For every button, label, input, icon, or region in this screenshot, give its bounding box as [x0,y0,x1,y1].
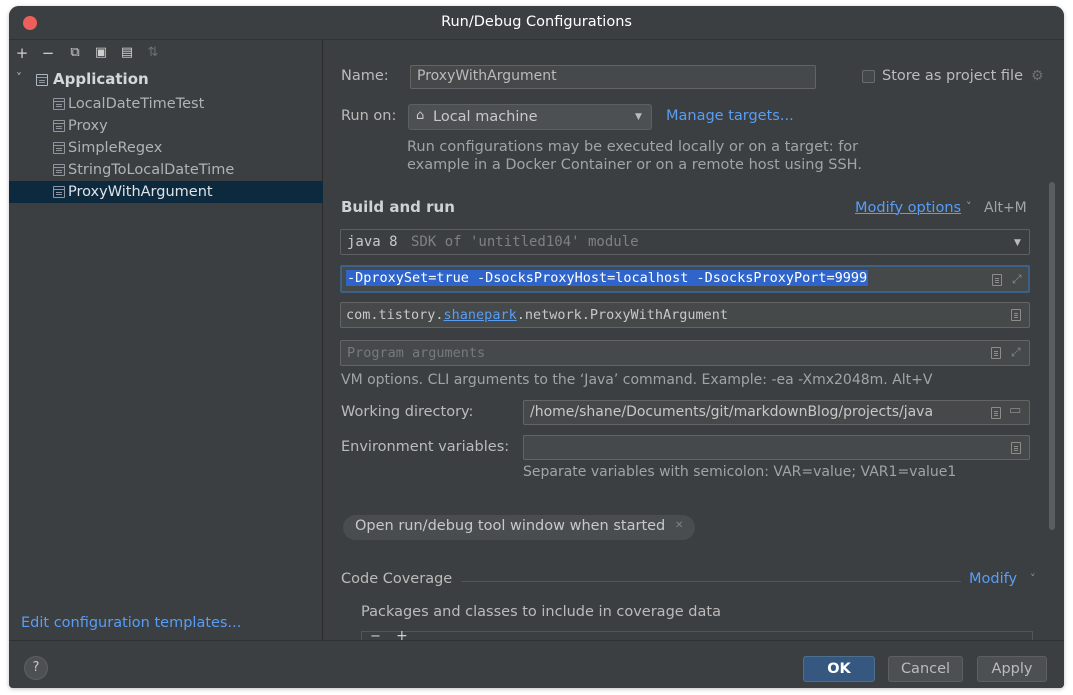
modify-options-shortcut: Alt+M [984,200,1027,216]
option-tag-label: Open run/debug tool window when started [355,518,666,534]
jdk-source: SDK of 'untitled104' module [411,234,639,250]
tree-item-selected[interactable]: ProxyWithArgument [9,181,323,203]
apply-button[interactable]: Apply [977,656,1047,682]
configuration-editor: Name: ProxyWithArgument Store as project… [324,40,1064,640]
tree-item[interactable]: Proxy [9,115,323,137]
gear-icon[interactable]: ⚙ [1031,68,1044,84]
tree-item[interactable]: LocalDateTimeTest [9,93,323,115]
modify-options-link[interactable]: Modify options [855,200,961,216]
environment-variables-hint: Separate variables with semicolon: VAR=v… [523,464,957,480]
expand-text-icon[interactable] [992,274,1002,286]
sort-icon[interactable]: ⇅ [144,44,162,62]
expand-text-icon[interactable] [991,407,1001,419]
tree-root-label: Application [53,70,149,88]
edit-configuration-templates-link[interactable]: Edit configuration templates... [21,615,241,631]
vm-options-field[interactable]: -DproxySet=true -DsocksProxyHost=localho… [340,265,1030,293]
expand-field-icon[interactable]: ⤢ [1012,273,1024,285]
remove-icon[interactable]: − [370,629,381,640]
configuration-icon [53,186,65,198]
vm-options-hint: VM options. CLI arguments to the ‘Java’ … [341,372,933,388]
run-on-value: Local machine [433,109,538,125]
configuration-tree-pane: + − ⧉ ▣ ▤ ⇅ ˅ Application LocalDateTimeT… [9,40,323,640]
option-tag[interactable]: Open run/debug tool window when started … [343,515,695,540]
browse-class-icon[interactable] [1011,309,1021,321]
remove-icon[interactable]: − [39,44,57,62]
configuration-icon [53,164,65,176]
copy-icon[interactable]: ⧉ [66,44,84,62]
configuration-icon [53,98,65,110]
working-directory-value: /home/shane/Documents/git/markdownBlog/p… [530,404,934,420]
tree-root-application[interactable]: ˅ Application [9,69,323,91]
edit-environment-icon[interactable] [1011,442,1021,454]
tree-item-label: Proxy [68,118,108,134]
program-arguments-field[interactable]: Program arguments ⤢ [340,340,1030,366]
working-directory-field[interactable]: /home/shane/Documents/git/markdownBlog/p… [523,400,1030,425]
remove-tag-icon[interactable]: ✕ [675,520,683,531]
environment-variables-field[interactable] [523,435,1030,460]
expand-field-icon[interactable]: ⤢ [1011,346,1023,358]
store-as-project-label: Store as project file [882,68,1023,84]
application-folder-icon [36,74,48,86]
ok-button[interactable]: OK [803,656,875,682]
name-field[interactable]: ProxyWithArgument [410,65,816,89]
coverage-modify-link[interactable]: Modify [969,571,1017,587]
expand-text-icon[interactable] [991,347,1001,359]
main-class-value: com.tistory.shanepark.network.ProxyWithA… [346,307,728,323]
build-and-run-title: Build and run [341,198,455,216]
tree-item[interactable]: StringToLocalDateTime [9,159,323,181]
add-icon[interactable]: + [396,628,408,640]
environment-variables-label: Environment variables: [341,439,510,455]
configuration-icon [53,120,65,132]
tree-item-label: LocalDateTimeTest [68,96,205,112]
run-debug-dialog: Run/Debug Configurations + − ⧉ ▣ ▤ ⇅ ˅ A… [9,6,1064,688]
dropdown-arrow-icon: ▼ [1014,238,1021,248]
tree-item-label: StringToLocalDateTime [68,162,235,178]
new-folder-icon[interactable]: ▤ [118,44,136,62]
tree-item[interactable]: SimpleRegex [9,137,323,159]
program-arguments-placeholder: Program arguments [347,345,486,361]
coverage-packages-table: − + [361,628,1033,640]
manage-targets-link[interactable]: Manage targets... [666,108,794,124]
code-coverage-title: Code Coverage [341,571,453,587]
run-on-hint-line1: Run configurations may be executed local… [407,139,859,155]
run-on-hint-line2: example in a Docker Container or on a re… [407,157,862,173]
add-icon[interactable]: + [13,44,31,62]
jdk-version: java 8 [347,234,398,250]
window-title: Run/Debug Configurations [441,14,632,30]
working-directory-label: Working directory: [341,404,474,420]
main-class-prefix: com.tistory. [346,307,444,323]
cancel-button[interactable]: Cancel [888,656,963,682]
help-button[interactable]: ? [24,656,48,680]
save-icon[interactable]: ▣ [92,44,110,62]
configuration-icon [53,142,65,154]
chevron-down-icon[interactable]: ˅ [966,200,972,213]
title-bar: Run/Debug Configurations [9,6,1064,40]
vertical-scrollbar[interactable] [1049,182,1055,530]
tree-item-label: ProxyWithArgument [68,184,213,200]
home-icon: ⌂ [416,108,425,123]
chevron-down-icon[interactable]: ˅ [1030,572,1036,585]
coverage-packages-label: Packages and classes to include in cover… [361,604,721,620]
main-class-package-link[interactable]: shanepark [444,307,517,323]
dropdown-arrow-icon: ▼ [635,112,642,122]
run-on-label: Run on: [341,108,397,124]
run-on-dropdown[interactable]: ⌂ Local machine ▼ [408,104,652,130]
jdk-dropdown[interactable]: java 8 SDK of 'untitled104' module ▼ [340,229,1030,255]
dialog-button-bar: ? OK Cancel Apply [9,640,1064,688]
store-as-project-checkbox[interactable] [862,70,875,83]
folder-icon[interactable]: ▭ [1009,403,1021,418]
vm-options-text: -DproxySet=true -DsocksProxyHost=localho… [346,270,869,286]
chevron-down-icon[interactable]: ˅ [16,71,22,85]
main-class-field[interactable]: com.tistory.shanepark.network.ProxyWithA… [340,302,1030,328]
name-label: Name: [341,68,389,84]
tree-item-label: SimpleRegex [68,140,163,156]
main-class-suffix: .network.ProxyWithArgument [516,307,729,323]
section-divider [461,581,961,582]
